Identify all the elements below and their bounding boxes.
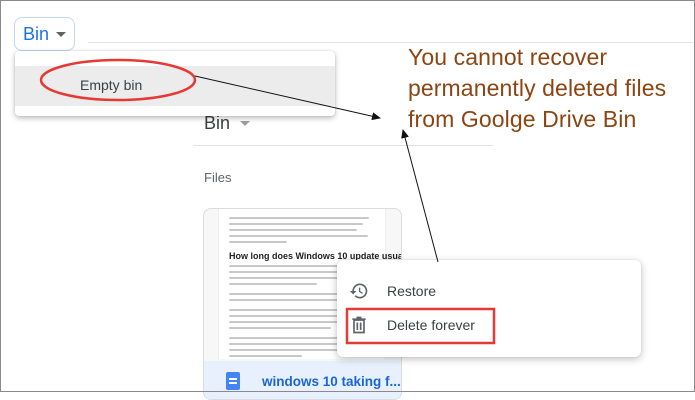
preview-text-line [229,229,358,231]
bin-dropdown-label: Bin [23,23,50,44]
trash-icon [352,316,366,334]
preview-text-line [229,217,370,219]
files-section-label: Files [204,170,232,185]
file-card-footer: windows 10 taking f... [204,361,401,399]
preview-text-line [229,241,288,243]
preview-text-line [229,355,302,357]
bin-menu: Empty bin [15,51,335,116]
annotation-text: You cannot recover permanently deleted f… [408,44,667,132]
file-name: windows 10 taking f... [262,373,401,389]
empty-bin-label: Empty bin [80,77,143,93]
preview-text-line [229,235,368,237]
panel-divider [193,145,493,146]
restore-menu-item[interactable]: Restore [337,274,641,308]
preview-text-line [229,349,354,351]
bin-dropdown-secondary-label: Bin [204,113,231,133]
restore-icon [349,283,368,299]
preview-text-line [229,327,332,329]
delete-forever-label: Delete forever [387,317,475,333]
preview-text-line [229,223,364,225]
delete-forever-menu-item[interactable]: Delete forever [337,308,641,342]
caret-down-icon [240,121,251,126]
preview-text-line [229,283,317,285]
preview-text-line [229,299,346,301]
context-menu: Restore Delete forever [337,260,641,357]
bin-dropdown-secondary[interactable]: Bin [204,113,251,134]
bin-dropdown[interactable]: Bin [14,17,75,51]
google-docs-icon [226,372,240,390]
restore-label: Restore [387,283,437,299]
caret-down-icon [56,31,67,37]
empty-bin-menu-item[interactable]: Empty bin [15,66,335,106]
